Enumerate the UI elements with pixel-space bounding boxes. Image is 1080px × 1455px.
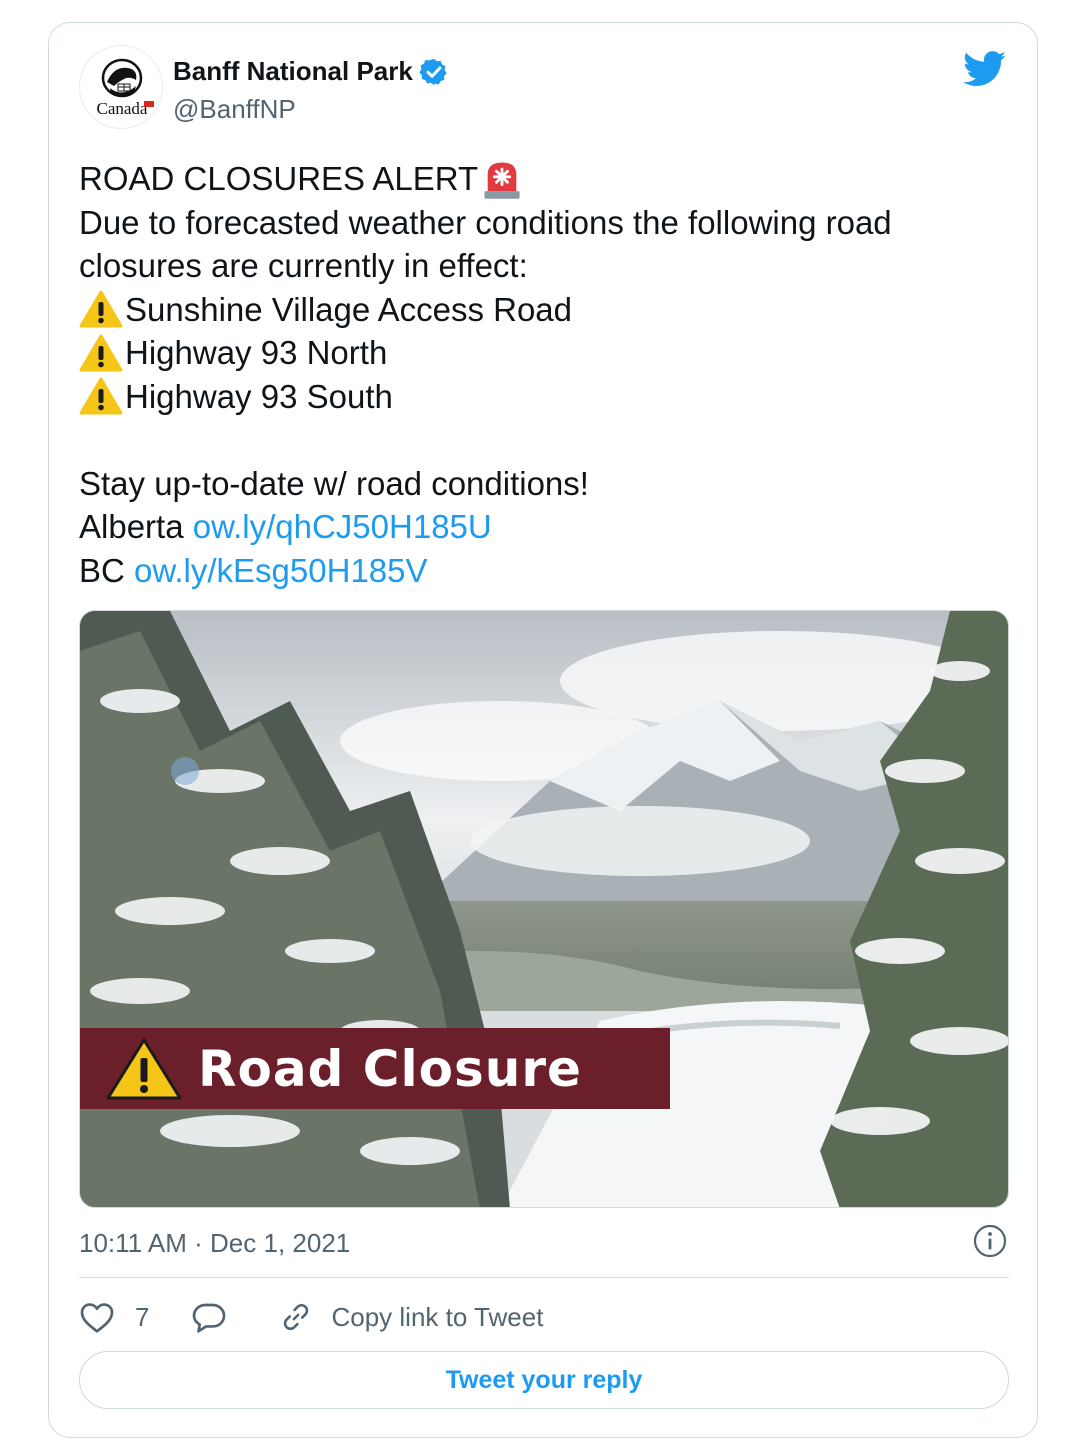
road-name: Highway 93 South — [125, 377, 393, 415]
tweet-text: ROAD CLOSURES ALERT Due to forecasted we… — [79, 157, 1019, 592]
copy-link-button[interactable]: Copy link to Tweet — [279, 1300, 543, 1334]
warning-emoji — [79, 334, 123, 372]
heart-icon — [80, 1303, 114, 1333]
warning-triangle-icon — [106, 1038, 182, 1099]
tweet-card: Canada Banff National Park @BanffNP ROAD… — [48, 22, 1038, 1438]
alberta-label: Alberta — [79, 508, 184, 545]
headline-row: ROAD CLOSURES ALERT — [79, 157, 1019, 201]
author-display-name[interactable]: Banff National Park — [173, 56, 413, 87]
alberta-line: Alberta ow.ly/qhCJ50H185U — [79, 505, 1019, 549]
link-icon — [284, 1303, 309, 1331]
warning-emoji — [79, 290, 123, 328]
twitter-bird-icon[interactable] — [963, 51, 1007, 87]
banner-text: Road Closure — [198, 1039, 582, 1098]
headline: ROAD CLOSURES ALERT — [79, 160, 479, 197]
bc-label: BC — [79, 551, 125, 589]
tweet-reply-button[interactable]: Tweet your reply — [79, 1351, 1009, 1409]
like-button[interactable]: 7 — [79, 1300, 149, 1334]
author-handle[interactable]: @BanffNP — [173, 94, 296, 125]
flag-icon — [144, 101, 154, 107]
divider — [79, 1277, 1009, 1278]
road-item: Sunshine Village Access Road — [79, 288, 1019, 332]
tweet-media-image[interactable]: Road Closure — [79, 610, 1009, 1208]
speech-bubble-icon — [193, 1303, 226, 1333]
road-item: Highway 93 North — [79, 331, 1019, 375]
warning-emoji — [79, 377, 123, 415]
avatar[interactable]: Canada — [79, 45, 163, 129]
road-name: Highway 93 North — [125, 334, 388, 371]
road-closure-banner: Road Closure — [80, 1028, 670, 1109]
bc-link[interactable]: ow.ly/kEsg50H185V — [134, 549, 428, 593]
copy-link-label: Copy link to Tweet — [331, 1301, 544, 1332]
bc-line: BC ow.ly/kEsg50H185V — [79, 549, 1019, 593]
author-name-row[interactable]: Banff National Park — [173, 56, 449, 87]
cta-line: Stay up-to-date w/ road conditions! — [79, 464, 589, 502]
rotating-light-emoji — [484, 162, 520, 199]
tweet-actions: 7 Copy link to Tweet — [79, 1295, 543, 1339]
road-item: Highway 93 South — [79, 375, 1019, 419]
like-count: 7 — [135, 1301, 150, 1332]
info-icon[interactable] — [973, 1224, 1007, 1258]
body-line-2: closures are currently in effect: — [79, 247, 528, 284]
road-name: Sunshine Village Access Road — [125, 290, 573, 328]
body-line-1: Due to forecasted weather conditions the… — [79, 203, 892, 241]
verified-badge-icon — [419, 58, 447, 85]
snowy-mountain-scene — [80, 611, 1008, 1207]
reply-button[interactable] — [191, 1300, 227, 1334]
alberta-link[interactable]: ow.ly/qhCJ50H185U — [193, 505, 492, 549]
tweet-timestamp[interactable]: 10:11 AM · Dec 1, 2021 — [79, 1228, 350, 1259]
